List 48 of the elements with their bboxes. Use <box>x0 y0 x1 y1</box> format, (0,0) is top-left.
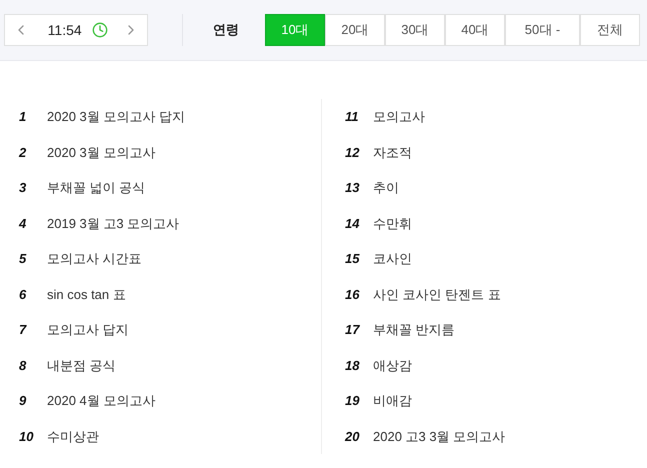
rank-number: 19 <box>345 392 360 410</box>
age-tab[interactable]: 20대 <box>325 14 385 46</box>
rank-number: 2 <box>19 144 28 162</box>
keyword-link[interactable]: 2020 3월 모의고사 답지 <box>47 107 185 126</box>
keyword-link[interactable]: sin cos tan 표 <box>47 284 126 304</box>
rank-number: 7 <box>19 321 28 339</box>
keyword-link[interactable]: 코사인 <box>373 249 412 268</box>
keyword-link[interactable]: 비애감 <box>373 391 412 410</box>
rank-number: 16 <box>345 286 360 304</box>
keyword-link[interactable]: 모의고사 답지 <box>47 320 129 340</box>
keyword-link[interactable]: 부채꼴 넓이 공식 <box>47 178 146 198</box>
keyword-link[interactable]: 자조적 <box>373 142 412 162</box>
rank-number: 12 <box>345 144 360 162</box>
keyword-link[interactable]: 2019 3월 고3 모의고사 <box>47 214 180 233</box>
age-tab[interactable]: 40대 <box>445 14 505 46</box>
rank-number: 9 <box>19 392 28 410</box>
rank-number: 5 <box>19 250 28 268</box>
time-text: 11:54 <box>48 20 82 40</box>
rank-number: 4 <box>19 214 28 232</box>
keyword-link[interactable]: 수만휘 <box>373 214 412 233</box>
rank-number: 11 <box>345 108 360 126</box>
keyword-link[interactable]: 2020 4월 모의고사 <box>47 391 156 410</box>
rank-number: 18 <box>345 356 360 374</box>
keyword-link[interactable]: 모의고사 <box>373 107 425 126</box>
keyword-link[interactable]: 모의고사 시간표 <box>47 249 142 268</box>
keyword-link[interactable]: 수미상관 <box>47 426 99 446</box>
rank-number: 10 <box>19 428 34 446</box>
rank-number: 6 <box>19 286 28 304</box>
rank-number: 20 <box>345 428 360 446</box>
clock-icon <box>92 22 108 38</box>
age-tab[interactable]: 30대 <box>385 14 445 46</box>
age-label: 연령 <box>213 21 239 40</box>
keyword-link[interactable]: 추이 <box>373 178 399 198</box>
keyword-link[interactable]: 부채꼴 반지름 <box>373 320 455 340</box>
rank-number: 1 <box>19 108 28 126</box>
keyword-link[interactable]: 애상감 <box>373 356 412 375</box>
age-tab[interactable]: 전체 <box>580 14 640 46</box>
age-tab[interactable]: 50대 - <box>505 14 580 46</box>
keyword-link[interactable]: 2020 3월 모의고사 <box>47 142 156 162</box>
rank-number: 15 <box>345 250 361 268</box>
rank-number: 8 <box>19 356 28 374</box>
rank-number: 14 <box>345 214 360 232</box>
keyword-link[interactable]: 2020 고3 3월 모의고사 <box>373 426 506 446</box>
rank-number: 13 <box>345 179 360 197</box>
keyword-link[interactable]: 사인 코사인 탄젠트 표 <box>373 284 501 304</box>
keyword-link[interactable]: 내분점 공식 <box>47 356 116 375</box>
rank-number: 3 <box>19 179 28 197</box>
rank-number: 17 <box>345 321 361 339</box>
